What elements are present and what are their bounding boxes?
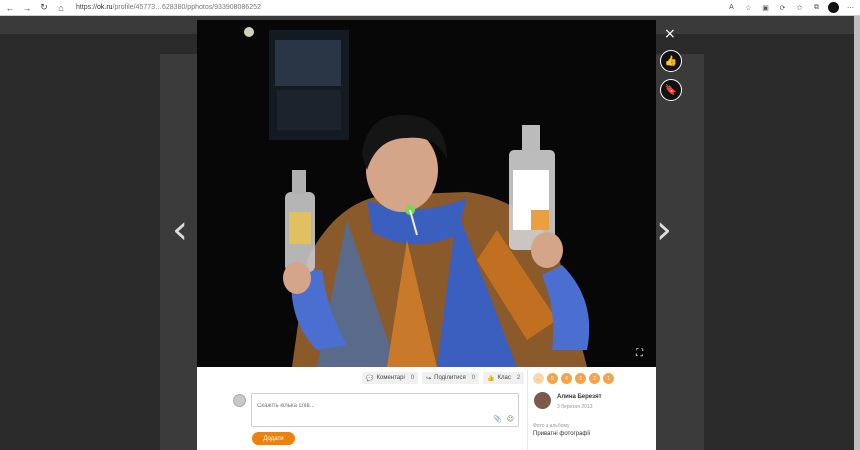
- back-icon[interactable]: ←: [3, 1, 17, 15]
- album-link[interactable]: Приватні фотографії: [533, 431, 590, 437]
- rating-3[interactable]: 3: [575, 373, 586, 384]
- url-prefix: https://: [76, 4, 98, 11]
- comments-label: Коментарі: [376, 375, 405, 381]
- photo-date: 3 березня 2013: [557, 404, 593, 410]
- comment-field[interactable]: 📎 ☺: [251, 393, 519, 427]
- photo-image: [197, 20, 656, 367]
- fullscreen-icon[interactable]: ⛶: [636, 348, 643, 359]
- share-count: 0: [471, 375, 476, 381]
- forward-icon[interactable]: →: [20, 1, 34, 15]
- class-label: Клас: [497, 375, 511, 381]
- album-label: Фото з альбому: [533, 423, 570, 429]
- extension-icon[interactable]: ▣: [760, 2, 771, 13]
- rating-2[interactable]: 2: [589, 373, 600, 384]
- emoji-icon[interactable]: ☺: [507, 415, 514, 423]
- url-host: ok.ru: [97, 4, 113, 11]
- rating-1[interactable]: 1: [603, 373, 614, 384]
- close-icon[interactable]: ×: [664, 26, 676, 42]
- comment-tools: 📎 ☺: [493, 415, 514, 423]
- owner-name[interactable]: Алина Березят: [557, 394, 602, 400]
- favorite-icon[interactable]: ☆: [743, 2, 754, 13]
- comments-count: 0: [410, 375, 415, 381]
- address-bar[interactable]: https:// ok.ru /profile/45773…628380/pph…: [76, 4, 261, 11]
- photo-view[interactable]: [197, 20, 656, 367]
- next-photo-arrow[interactable]: ›: [656, 210, 672, 250]
- photo-actions: 💬 Коментарі 0 ↪ Поділитися 0 👍 Клас 2: [362, 372, 525, 384]
- owner-avatar[interactable]: [534, 392, 551, 409]
- class-count: 2: [516, 375, 521, 381]
- browser-toolbar: ← → ↻ ⌂ https:// ok.ru /profile/45773…62…: [0, 0, 860, 16]
- thumbs-up-icon: 👍: [664, 55, 678, 67]
- thumbs-up-icon: 👍: [487, 375, 495, 382]
- browser-extensions: A ☆ ▣ ⟳ ✩ ⧉ ⋯: [726, 2, 856, 13]
- comment-icon: 💬: [366, 375, 374, 382]
- read-aloud-icon[interactable]: A: [726, 2, 737, 13]
- panel-divider: [527, 370, 528, 450]
- current-user-avatar: [233, 394, 246, 407]
- scrollbar[interactable]: [854, 16, 860, 450]
- favorites-icon[interactable]: ✩: [794, 2, 805, 13]
- more-icon[interactable]: ⋯: [845, 2, 856, 13]
- reload-icon[interactable]: ↻: [37, 1, 51, 15]
- comment-input[interactable]: [257, 403, 457, 409]
- profile-icon[interactable]: [828, 2, 839, 13]
- previous-photo-arrow[interactable]: ‹: [172, 210, 188, 250]
- like-button[interactable]: 👍: [660, 50, 682, 72]
- url-path: /profile/45773…628380/pphotos/9339080862…: [112, 4, 261, 11]
- collections-icon[interactable]: ⧉: [811, 2, 822, 13]
- rating-stars: ← 5 4 3 2 1: [533, 373, 614, 384]
- home-icon[interactable]: ⌂: [54, 1, 68, 15]
- attach-icon[interactable]: 📎: [493, 415, 502, 423]
- class-button[interactable]: 👍 Клас 2: [483, 372, 525, 384]
- share-label: Поділитися: [434, 375, 466, 381]
- rating-4[interactable]: 4: [561, 373, 572, 384]
- rating-back-icon[interactable]: ←: [533, 373, 544, 384]
- share-button[interactable]: ↪ Поділитися 0: [422, 372, 480, 384]
- refresh-icon[interactable]: ⟳: [777, 2, 788, 13]
- share-icon: ↪: [426, 375, 432, 382]
- bookmark-icon: 🔖: [664, 84, 678, 96]
- add-comment-button[interactable]: Додати: [252, 432, 295, 445]
- bookmark-button[interactable]: 🔖: [660, 79, 682, 101]
- comments-button[interactable]: 💬 Коментарі 0: [362, 372, 419, 384]
- rating-5[interactable]: 5: [547, 373, 558, 384]
